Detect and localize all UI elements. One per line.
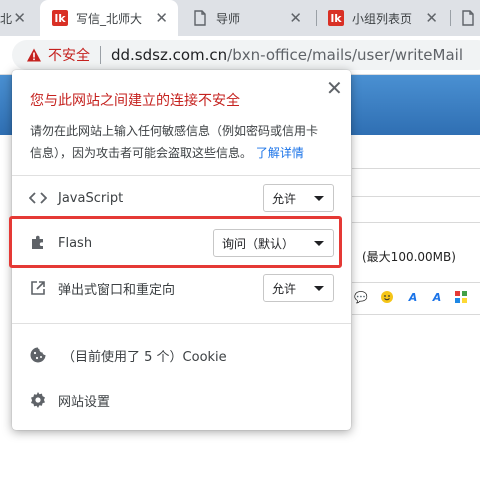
popup-desc-line1: 请勿在此网站上输入任何敏感信息（例如密码或信用卡 bbox=[30, 124, 319, 138]
tab-separator bbox=[316, 10, 317, 26]
permission-row-popups: 弹出式窗口和重定向 允许 bbox=[12, 270, 351, 306]
popup-divider bbox=[12, 323, 351, 324]
tab-strip: 北 ✕ lk 写信_北师大 ✕ 导师 ✕ lk 小组列表页 ✕ bbox=[0, 0, 480, 36]
url-path: /bxn-office/mails/user/writeMail bbox=[227, 46, 463, 64]
chevron-down-icon bbox=[314, 286, 324, 291]
permission-label: JavaScript bbox=[58, 190, 124, 206]
tab-4[interactable]: lk 小组列表页 ✕ bbox=[318, 0, 448, 36]
close-icon[interactable]: ✕ bbox=[326, 78, 343, 98]
speech-bubble-icon[interactable]: 💬 bbox=[354, 290, 368, 304]
cookie-row[interactable]: （目前使用了 5 个）Cookie bbox=[12, 337, 351, 373]
chevron-down-icon bbox=[314, 196, 324, 201]
cookie-icon bbox=[28, 345, 48, 365]
color-grid-icon[interactable] bbox=[454, 290, 468, 304]
popup-description: 请勿在此网站上输入任何敏感信息（例如密码或信用卡 信息），因为攻击者可能会盗取这… bbox=[30, 120, 340, 164]
font-color-icon[interactable]: A bbox=[406, 290, 420, 304]
site-settings-label: 网站设置 bbox=[58, 394, 111, 410]
doc-icon bbox=[462, 10, 474, 26]
select-value: 允许 bbox=[272, 281, 297, 296]
font-size-icon[interactable]: A bbox=[430, 290, 444, 304]
bk-icon: lk bbox=[328, 10, 344, 26]
tab-1[interactable]: 北 ✕ bbox=[0, 0, 32, 36]
tab-4-label: 小组列表页 bbox=[352, 11, 413, 26]
tab-2-label: 写信_北师大 bbox=[76, 11, 143, 26]
bg-divider bbox=[352, 222, 480, 223]
tab-5[interactable] bbox=[454, 0, 480, 36]
omnibox-separator bbox=[100, 46, 101, 64]
site-settings-row[interactable]: 网站设置 bbox=[12, 382, 351, 418]
bk-icon: lk bbox=[52, 10, 68, 26]
attachment-size-note: (最大100.00MB) bbox=[362, 250, 456, 264]
doc-icon bbox=[194, 10, 206, 26]
code-icon bbox=[28, 188, 48, 208]
bg-divider bbox=[352, 196, 480, 197]
popup-desc-line2: 信息），因为攻击者可能会盗取这些信息。 了解详情 bbox=[30, 142, 340, 164]
tab-3-close-icon[interactable]: ✕ bbox=[289, 9, 302, 27]
javascript-permission-select[interactable]: 允许 bbox=[263, 184, 334, 212]
tab-3-label: 导师 bbox=[216, 11, 241, 26]
not-secure-label[interactable]: 不安全 bbox=[48, 45, 90, 65]
bg-divider bbox=[352, 168, 480, 169]
gear-icon bbox=[28, 390, 48, 410]
popups-permission-select[interactable]: 允许 bbox=[263, 274, 334, 302]
url-host: dd.sdsz.com.cn bbox=[111, 46, 228, 64]
popup-desc-line2-text: 信息），因为攻击者可能会盗取这些信息。 bbox=[30, 146, 253, 160]
warning-icon[interactable] bbox=[26, 47, 42, 63]
popup-icon bbox=[28, 278, 48, 298]
smiley-icon[interactable] bbox=[380, 290, 394, 304]
tab-3[interactable]: 导师 ✕ bbox=[182, 0, 312, 36]
permission-label: 弹出式窗口和重定向 bbox=[58, 282, 176, 298]
address-bar[interactable]: 不安全 dd.sdsz.com.cn/bxn-office/mails/user… bbox=[12, 40, 480, 70]
learn-more-link[interactable]: 了解详情 bbox=[256, 146, 304, 160]
tab-4-close-icon[interactable]: ✕ bbox=[425, 9, 438, 27]
select-value: 允许 bbox=[272, 191, 297, 206]
popup-title: 您与此网站之间建立的连接不安全 bbox=[30, 93, 240, 109]
flash-row-highlight bbox=[9, 216, 342, 268]
url-text[interactable]: dd.sdsz.com.cn/bxn-office/mails/user/wri… bbox=[111, 46, 463, 64]
bg-divider bbox=[352, 314, 480, 315]
tab-separator bbox=[450, 10, 451, 26]
tab-1-close-icon[interactable]: ✕ bbox=[13, 9, 26, 27]
tab-1-label: 北 bbox=[0, 11, 13, 26]
popup-divider bbox=[12, 175, 351, 176]
tab-2[interactable]: lk 写信_北师大 ✕ bbox=[40, 0, 178, 36]
bg-divider bbox=[352, 282, 480, 283]
tab-2-close-icon[interactable]: ✕ bbox=[155, 9, 168, 27]
cookie-label: （目前使用了 5 个）Cookie bbox=[62, 349, 227, 365]
permission-row-javascript: JavaScript 允许 bbox=[12, 180, 351, 216]
